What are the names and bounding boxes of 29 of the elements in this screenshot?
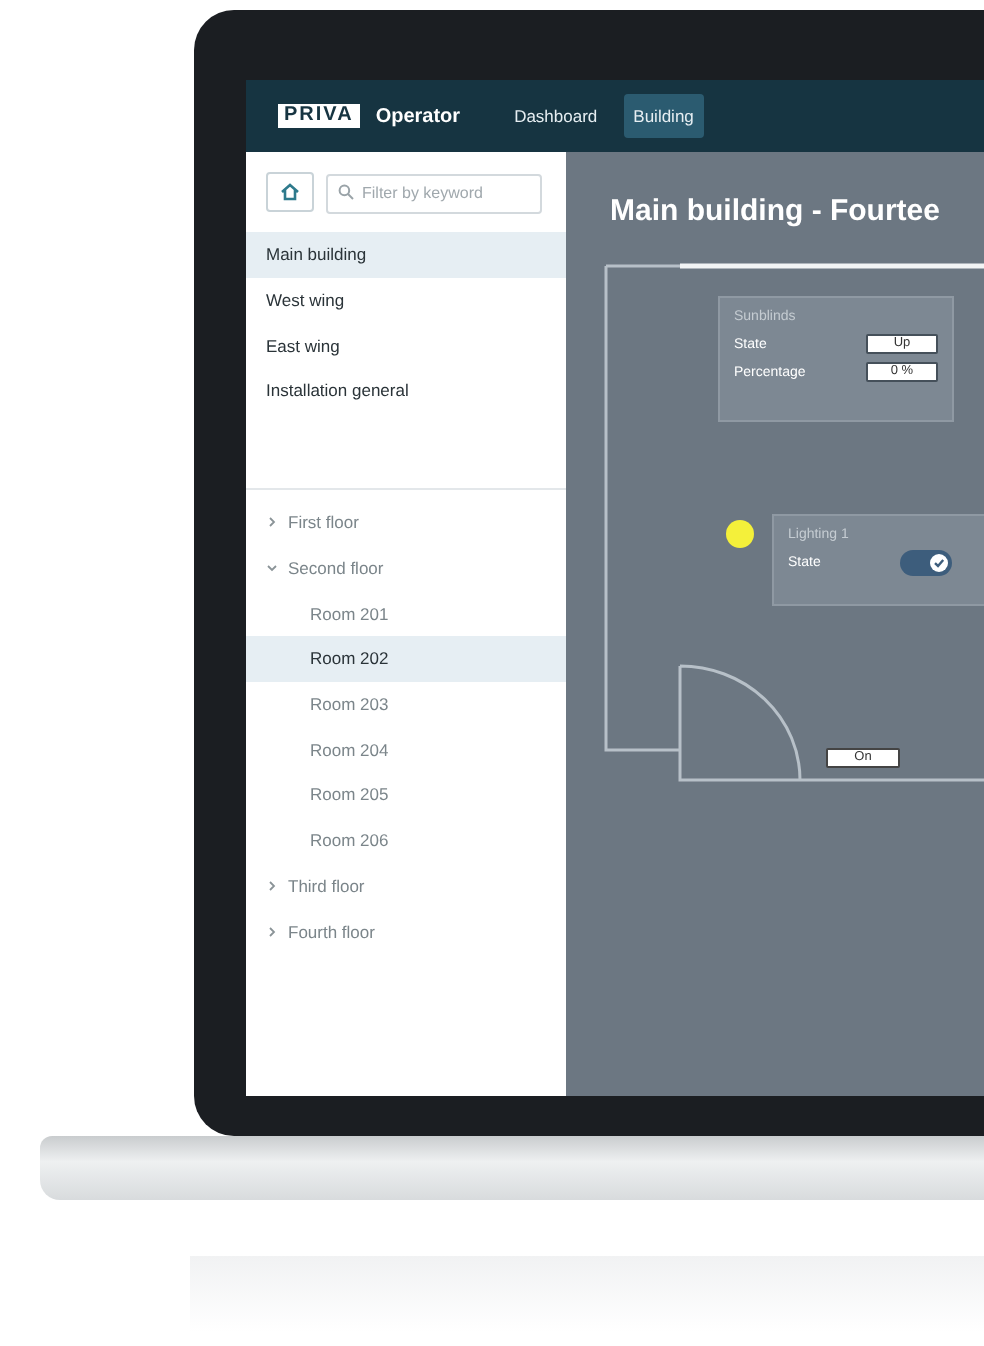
building-item[interactable]: Main building (246, 232, 566, 278)
home-icon (280, 182, 300, 202)
nav-tab[interactable]: Dashboard (504, 94, 608, 138)
search-field[interactable]: Filter by keyword (326, 173, 542, 213)
home-button[interactable] (266, 172, 314, 212)
page-title: Main building - Fourtee (610, 194, 940, 228)
light-marker[interactable] (726, 520, 754, 548)
room-item[interactable]: Room 204 (246, 726, 566, 773)
room-item[interactable]: Room 201 (246, 590, 566, 637)
chevron-right-icon[interactable] (266, 925, 278, 938)
floor-item[interactable]: Third floor (288, 875, 365, 896)
room-item[interactable]: Room 203 (246, 681, 566, 727)
floor-item[interactable]: First floor (288, 512, 359, 533)
building-item[interactable]: East wing (246, 322, 566, 369)
app-name: Operator (375, 105, 461, 127)
chevron-down-icon[interactable] (266, 562, 278, 575)
room-item[interactable]: Room 206 (246, 817, 566, 863)
chevron-right-icon[interactable] (266, 516, 278, 529)
floor-item[interactable]: Second floor (288, 558, 384, 579)
toggle-switch[interactable] (900, 549, 953, 575)
nav-tab[interactable]: Building (623, 94, 704, 138)
room-item[interactable]: Room 205 (246, 772, 566, 818)
building-item[interactable]: Installation general (246, 368, 566, 414)
building-item[interactable]: West wing (246, 277, 566, 323)
toggle-knob-icon (930, 553, 949, 571)
chevron-right-icon[interactable] (266, 879, 278, 892)
room-item[interactable]: Room 202 (246, 636, 566, 682)
logo: PRIVA (278, 104, 360, 128)
floor-item[interactable]: Fourth floor (288, 921, 375, 942)
